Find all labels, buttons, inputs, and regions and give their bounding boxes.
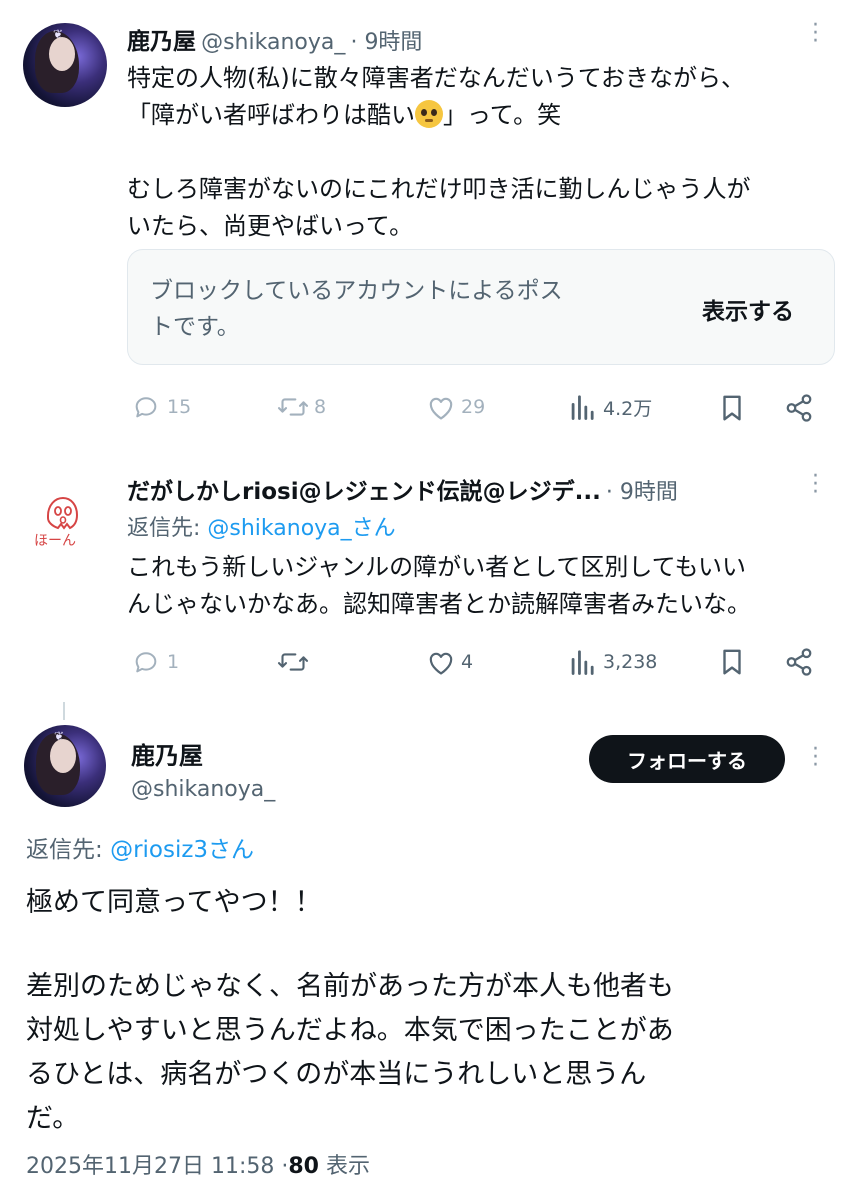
analytics-icon	[571, 395, 594, 420]
tweet-text: 特定の人物(私)に散々障害者だなんだいうておきながら、 「障がい者呼ばわりは酷い…	[127, 60, 842, 245]
reply-context: 返信先: @shikanoya_さん	[127, 510, 396, 542]
post-meta: 2025年11月27日 11:58 ·80 表示	[26, 1148, 370, 1180]
repost-button[interactable]	[276, 648, 310, 676]
reply-icon	[135, 652, 157, 673]
reply-to-link[interactable]: @shikanoya_さん	[207, 516, 395, 541]
tweet-text: 極めて同意ってやつ！！ 差別のためじゃなく、名前があった方が本人も他者も 対処し…	[26, 881, 674, 1141]
more-icon[interactable]: · · ·	[812, 739, 819, 777]
reply-context: 返信先: @riosiz3さん	[26, 830, 254, 864]
bookmark-button[interactable]	[719, 647, 745, 677]
view-count: 4.2万	[603, 397, 653, 420]
bookmark-button[interactable]	[719, 393, 745, 423]
blocked-message-line: トです。	[150, 314, 240, 340]
author-name[interactable]: だがしかしriosi@レジェンド伝説@レジデ...	[127, 479, 601, 505]
bookmark-icon	[723, 649, 741, 675]
tweet-line-part: 」って。笑	[443, 101, 562, 129]
post-time[interactable]: · 9時間	[606, 480, 678, 505]
blocked-message-line: ブロックしているアカウントによるポス	[150, 278, 563, 304]
follow-button[interactable]: フォローする	[589, 735, 785, 783]
like-count: 4	[461, 651, 474, 673]
reply-button[interactable]: 1	[131, 648, 179, 676]
tweet-header: だがしかしriosi@レジェンド伝説@レジデ... · 9時間	[127, 472, 678, 506]
reply-count: 1	[167, 651, 180, 673]
reply-to-link[interactable]: @riosiz3さん	[110, 837, 254, 863]
tweet-line: 差別のためじゃなく、名前があった方が本人も他者も	[26, 971, 674, 1002]
reply-button[interactable]: 15	[131, 393, 191, 421]
tweet-text: これもう新しいジャンルの障がい者として区別してもいい んじゃないかなあ。認知障害…	[127, 549, 751, 623]
views-button[interactable]: 3,238	[569, 648, 657, 676]
repost-icon	[277, 653, 309, 671]
tweet-line: これもう新しいジャンルの障がい者として区別してもいい	[127, 553, 746, 581]
repost-button[interactable]: 8	[276, 393, 326, 421]
like-count: 29	[461, 396, 486, 418]
tweet-header: 鹿乃屋 @shikanoya_ · 9時間	[127, 22, 422, 56]
pleading-face-emoji-icon	[415, 100, 443, 128]
repost-icon	[277, 398, 309, 416]
tweet-line: 対処しやすいと思うんだよね。本気で困ったことがあ	[26, 1015, 674, 1046]
author-name[interactable]: 鹿乃屋	[131, 736, 275, 771]
avatar[interactable]: ❦	[23, 23, 107, 107]
view-label: 表示	[326, 1154, 371, 1179]
share-icon	[786, 394, 812, 422]
tweet-line: むしろ障害がないのにこれだけ叩き活に勤しんじゃう人が	[127, 175, 751, 203]
view-count: 80	[288, 1154, 319, 1179]
avatar-antler: ❦	[53, 27, 64, 41]
reply-icon	[135, 397, 157, 418]
tweet-line-part: 「障がい者呼ばわりは酷い	[127, 101, 415, 129]
like-button[interactable]: 29	[425, 393, 485, 421]
tweet-line: 「障がい者呼ばわりは酷い 」って。笑	[127, 97, 842, 134]
tweet-line: いたら、尚更やばいって。	[127, 212, 414, 240]
post-time[interactable]: · 9時間	[350, 30, 422, 55]
tweet-line: んじゃないかなあ。認知障害者とか読解障害者みたいな。	[127, 590, 751, 618]
avatar[interactable]: ❦	[24, 725, 106, 807]
reply-prefix: 返信先:	[127, 516, 208, 541]
tweet-line: 特定の人物(私)に散々障害者だなんだいうておきながら、	[127, 64, 746, 92]
share-button[interactable]	[784, 647, 814, 677]
thread-connector-line	[63, 702, 65, 720]
analytics-icon	[571, 650, 594, 675]
avatar-antler: ❦	[54, 729, 65, 743]
share-button[interactable]	[784, 393, 814, 423]
tweet-line: 極めて同意ってやつ！！	[26, 887, 322, 918]
more-icon[interactable]: · · ·	[812, 466, 819, 504]
like-button[interactable]: 4	[425, 648, 473, 676]
views-button[interactable]: 4.2万	[569, 393, 652, 421]
heart-icon	[429, 652, 453, 675]
post-timestamp[interactable]: 2025年11月27日 11:58	[26, 1154, 274, 1179]
repost-count: 8	[314, 396, 327, 418]
author-handle[interactable]: @shikanoya_	[201, 30, 345, 55]
share-icon	[786, 648, 812, 676]
author-handle[interactable]: @shikanoya_	[131, 777, 275, 802]
reply-prefix: 返信先:	[26, 837, 111, 863]
avatar[interactable]: ほーん	[24, 486, 98, 556]
blocked-message: ブロックしているアカウントによるポス トです。	[150, 273, 563, 345]
reply-count: 15	[167, 396, 192, 418]
heart-icon	[429, 397, 453, 420]
more-icon[interactable]: · · ·	[812, 15, 819, 53]
show-button[interactable]: 表示する	[702, 292, 794, 326]
avatar-face	[50, 739, 76, 773]
blocked-quote-card: ブロックしているアカウントによるポス トです。 表示する	[127, 249, 835, 365]
author-block: 鹿乃屋 @shikanoya_	[131, 736, 275, 802]
bookmark-icon	[723, 395, 741, 421]
tweet-line: だ。	[26, 1103, 80, 1134]
author-name[interactable]: 鹿乃屋	[127, 29, 196, 55]
view-count: 3,238	[603, 651, 658, 673]
avatar-caption: ほーん	[34, 533, 76, 549]
avatar-face	[49, 37, 75, 71]
tweet-line: るひとは、病名がつくのが本当にうれしいと思うん	[26, 1059, 647, 1090]
